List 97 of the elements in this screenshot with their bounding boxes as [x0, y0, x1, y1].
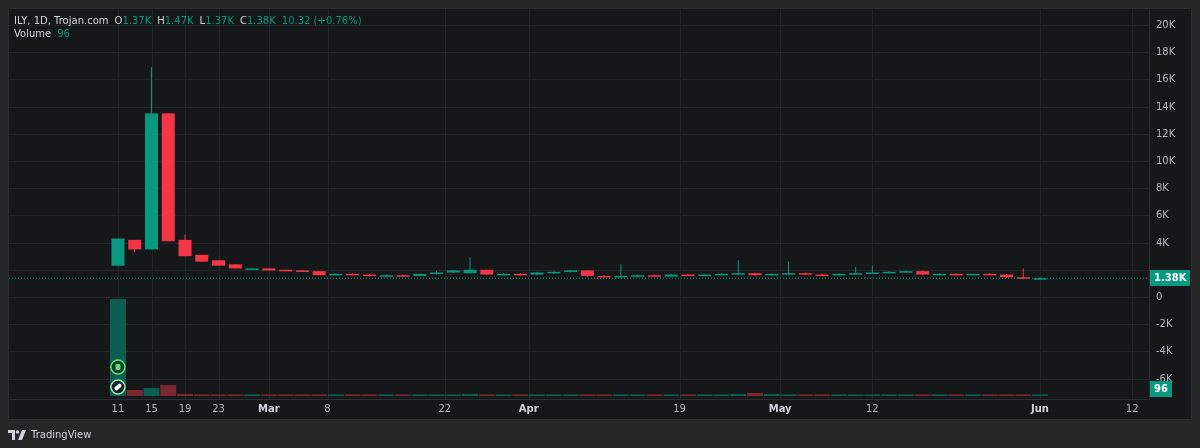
- candle: [916, 270, 930, 276]
- date-tick: Mar: [258, 403, 280, 414]
- date-tick: May: [768, 403, 792, 414]
- candle: [329, 272, 343, 276]
- price-tick: 10K: [1156, 154, 1176, 168]
- candle: [748, 272, 762, 277]
- candle: [932, 272, 946, 276]
- volume-value: 96: [57, 28, 70, 39]
- candle: [647, 274, 661, 278]
- candle: [128, 239, 142, 253]
- candle: [564, 269, 578, 273]
- candle: [513, 272, 527, 276]
- candle: [362, 273, 376, 278]
- price-tick: 14K: [1156, 99, 1176, 114]
- candle: [832, 272, 846, 277]
- date-tick: 22: [438, 403, 452, 414]
- price-tick: 18K: [1156, 45, 1176, 60]
- candle: [446, 269, 460, 274]
- candle: [1000, 273, 1013, 279]
- candle: [1016, 267, 1030, 280]
- candle: [614, 263, 628, 278]
- candle: [949, 272, 963, 276]
- candle: [262, 267, 276, 271]
- pill-icon: [110, 379, 126, 395]
- price-tick: 20K: [1156, 18, 1176, 32]
- price-change: 10.32 (+0.76%): [281, 15, 362, 26]
- candle: [782, 261, 796, 276]
- candle: [765, 272, 779, 277]
- candle: [631, 274, 645, 278]
- logo-icon: [8, 429, 26, 440]
- candle: [882, 270, 896, 274]
- candle: [228, 263, 242, 269]
- candle: [530, 271, 544, 276]
- candle: [966, 273, 980, 276]
- date-tick: 12: [1125, 403, 1139, 414]
- price-tick: 6K: [1156, 208, 1169, 223]
- volume-badge: 96: [1150, 381, 1172, 397]
- date-tick: 12: [866, 403, 879, 414]
- date-tick: 23: [212, 403, 225, 414]
- date-tick: Apr: [518, 403, 539, 414]
- candle: [798, 272, 812, 276]
- price-tick: -2K: [1156, 317, 1173, 332]
- ohlc-label: H: [157, 15, 165, 26]
- symbol-title: ILY, 1D, Trojan.com: [14, 15, 109, 26]
- candle: [379, 274, 393, 278]
- candle: [413, 273, 427, 277]
- candle: [396, 274, 410, 278]
- candle: [715, 272, 728, 276]
- ohlc-value: 1.37K: [205, 15, 234, 26]
- price-tick: -4K: [1156, 344, 1173, 359]
- candle: [480, 269, 494, 276]
- candle: [295, 270, 309, 273]
- date-tick: 19: [178, 403, 192, 414]
- price-tick: 12K: [1156, 126, 1176, 141]
- price-tick: 0: [1156, 290, 1163, 304]
- candle: [463, 257, 477, 274]
- ohlc-value: 1.47K: [164, 15, 194, 26]
- candle: [899, 270, 913, 273]
- date-tick: 15: [145, 403, 158, 414]
- candle: [815, 273, 829, 277]
- candle: [597, 274, 611, 278]
- candle: [681, 273, 695, 277]
- volume-label: Volume: [14, 28, 52, 39]
- price-tick: 4K: [1156, 235, 1169, 250]
- candle: [212, 259, 226, 267]
- price-badge: 1.38K: [1150, 270, 1191, 287]
- date-tick: Jun: [1031, 403, 1049, 414]
- candle: [1033, 276, 1047, 280]
- candle: [865, 265, 879, 275]
- date-tick: 8: [324, 403, 331, 414]
- ohlc-label: C: [240, 15, 247, 26]
- price-tick: 16K: [1156, 72, 1176, 87]
- candle: [312, 270, 326, 276]
- marker-icon: [110, 359, 126, 375]
- price-tick: 8K: [1156, 181, 1169, 196]
- candle: [664, 273, 678, 278]
- date-tick: 19: [673, 403, 686, 414]
- candle: [195, 254, 209, 263]
- ohlc-value: 1.38K: [246, 15, 276, 26]
- candle: [178, 233, 192, 257]
- ohlc-value: 1.37K: [122, 15, 152, 26]
- ohlc-label: O: [114, 15, 123, 26]
- candle: [245, 267, 259, 271]
- candle: [547, 270, 561, 275]
- date-tick: 11: [111, 403, 125, 414]
- candle: [983, 272, 997, 276]
- candle: [497, 272, 511, 276]
- candle: [580, 270, 594, 278]
- candle: [279, 269, 293, 272]
- candle: [346, 272, 360, 276]
- candle: [698, 273, 712, 277]
- ohlc-label: L: [199, 15, 206, 26]
- brand-name: TradingView: [31, 429, 92, 440]
- candle: [731, 259, 745, 276]
- candle: [430, 270, 443, 276]
- candle: [111, 238, 125, 267]
- candle: [849, 266, 863, 276]
